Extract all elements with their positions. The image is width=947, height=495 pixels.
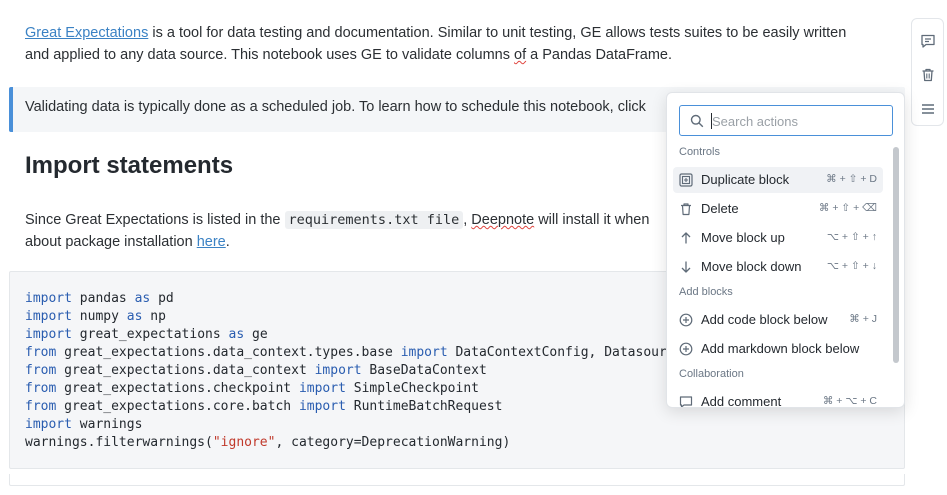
intro-text-1: is a tool for data testing and documenta… xyxy=(148,25,847,41)
search-input[interactable] xyxy=(712,112,882,130)
code-line: import great_expectations as ge xyxy=(25,327,268,342)
here-link[interactable]: here xyxy=(197,234,226,250)
code-line: from great_expectations.core.batch impor… xyxy=(25,399,503,414)
menu-item-label: Duplicate block xyxy=(701,172,790,187)
menu-item-delete[interactable]: Delete ⌘ + ⇧ + ⌫ xyxy=(673,196,883,222)
menu-item-label: Add markdown block below xyxy=(701,341,860,356)
actions-menu: Controls Duplicate block ⌘ + ⇧ + D Delet… xyxy=(666,92,905,408)
menu-item-label: Add comment xyxy=(701,394,782,408)
menu-item-duplicate-block[interactable]: Duplicate block ⌘ + ⇧ + D xyxy=(673,167,883,193)
code-line: import warnings xyxy=(25,417,143,432)
comment-button[interactable] xyxy=(918,31,938,51)
menu-item-shortcut: ⌥ + ⇧ + ↑ xyxy=(826,231,877,243)
more-actions-button[interactable] xyxy=(918,99,938,119)
menu-item-label: Move block down xyxy=(701,259,802,274)
great-expectations-link[interactable]: Great Expectations xyxy=(25,25,148,41)
code-line: import numpy as np xyxy=(25,309,166,324)
code-line: from great_expectations.data_context imp… xyxy=(25,363,487,378)
code-line: import pandas as pd xyxy=(25,291,174,306)
section-label-add-blocks: Add blocks xyxy=(679,286,733,298)
section-text-3: will install it when xyxy=(534,212,650,228)
section-label-collaboration: Collaboration xyxy=(679,368,744,380)
section-text-4: about package installation xyxy=(25,234,197,250)
code-line: from great_expectations.checkpoint impor… xyxy=(25,381,479,396)
trash-icon xyxy=(681,203,691,216)
menu-item-label: Add code block below xyxy=(701,312,828,327)
search-box[interactable] xyxy=(679,105,893,136)
menu-scrollbar-thumb[interactable] xyxy=(893,147,899,363)
menu-item-shortcut: ⌥ + ⇧ + ↓ xyxy=(826,260,877,272)
code-line: warnings.filterwarnings("ignore", catego… xyxy=(25,435,511,450)
menu-item-label: Move block up xyxy=(701,230,785,245)
menu-item-move-block-up[interactable]: Move block up ⌥ + ⇧ + ↑ xyxy=(673,225,883,251)
menu-item-shortcut: ⌘ + ⌥ + C xyxy=(822,395,877,407)
plus-circle-icon xyxy=(679,342,693,356)
section-label-controls: Controls xyxy=(679,146,720,158)
menu-item-shortcut: ⌘ + ⇧ + D xyxy=(826,173,877,185)
intro-paragraph: Great Expectations is a tool for data te… xyxy=(25,22,885,66)
menu-item-shortcut: ⌘ + ⇧ + ⌫ xyxy=(818,202,877,214)
menu-item-label: Delete xyxy=(701,201,739,216)
arrow-up-icon xyxy=(681,232,691,244)
section-spell-word: Deepnote xyxy=(471,212,535,228)
section-text-5: . xyxy=(225,234,230,250)
delete-button[interactable] xyxy=(918,65,938,85)
duplicate-icon xyxy=(679,173,693,187)
inline-code: requirements.txt file xyxy=(284,211,464,229)
intro-spell-word: of xyxy=(514,47,527,63)
callout-text: Validating data is typically done as a s… xyxy=(25,99,646,115)
trash-icon xyxy=(922,68,934,82)
comment-icon xyxy=(921,34,935,48)
next-cell[interactable] xyxy=(9,474,905,486)
intro-text-2c: a Pandas DataFrame. xyxy=(526,47,672,63)
code-line: from great_expectations.data_context.typ… xyxy=(25,345,667,360)
intro-text-2a: and applied to any data source. This not… xyxy=(25,47,515,63)
block-action-rail xyxy=(911,18,944,126)
menu-item-move-block-down[interactable]: Move block down ⌥ + ⇧ + ↓ xyxy=(673,254,883,280)
arrow-down-icon xyxy=(681,261,691,273)
comment-icon xyxy=(679,396,693,407)
section-heading: Import statements xyxy=(25,152,234,179)
menu-item-add-markdown-block[interactable]: Add markdown block below xyxy=(673,336,883,362)
code-lines: import pandas as pd import numpy as np i… xyxy=(25,290,667,452)
menu-item-add-code-block[interactable]: Add code block below ⌘ + J xyxy=(673,307,883,333)
menu-icon xyxy=(922,104,934,114)
section-text-1: Since Great Expectations is listed in th… xyxy=(25,212,285,228)
search-icon xyxy=(690,114,704,128)
menu-item-shortcut: ⌘ + J xyxy=(849,313,877,325)
menu-item-add-comment[interactable]: Add comment ⌘ + ⌥ + C xyxy=(673,389,883,408)
plus-circle-icon xyxy=(679,313,693,327)
